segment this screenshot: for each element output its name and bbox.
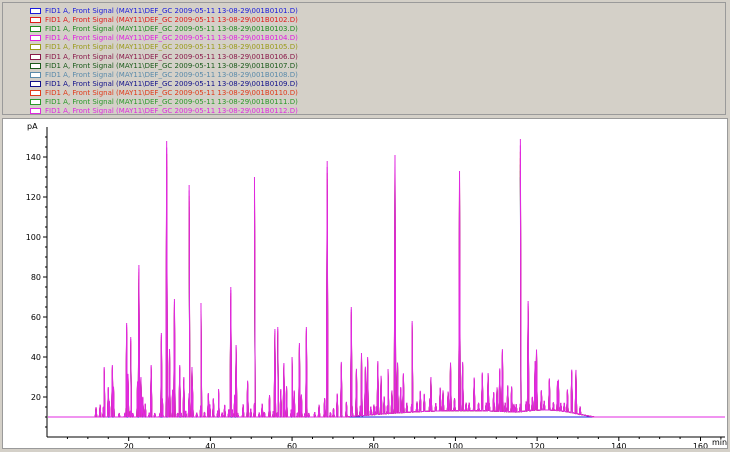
legend-label: FID1 A, Front Signal (MAY11\DEF_GC 2009-… [45, 79, 298, 88]
x-tick-label: 120 [529, 442, 544, 448]
legend-swatch-icon [30, 108, 41, 115]
legend-label: FID1 A, Front Signal (MAY11\DEF_GC 2009-… [45, 70, 298, 79]
y-axis-label: pA [27, 122, 38, 131]
y-tick-label: 120 [26, 193, 41, 202]
legend-swatch-icon [30, 71, 41, 78]
y-tick-label: 60 [31, 313, 41, 322]
x-tick-label: 80 [369, 442, 379, 448]
signal-trace-series [48, 158, 725, 418]
legend-swatch-icon [30, 80, 41, 87]
legend-swatch-icon [30, 17, 41, 24]
x-tick-label: 100 [448, 442, 463, 448]
legend-label: FID1 A, Front Signal (MAY11\DEF_GC 2009-… [45, 52, 298, 61]
signal-trace-series [48, 170, 725, 418]
legend-label: FID1 A, Front Signal (MAY11\DEF_GC 2009-… [45, 61, 298, 70]
legend-swatch-icon [30, 26, 41, 33]
y-tick-label: 100 [26, 233, 41, 242]
legend-swatch-icon [30, 35, 41, 42]
x-tick-label: 40 [205, 442, 215, 448]
legend-label: FID1 A, Front Signal (MAY11\DEF_GC 2009-… [45, 88, 298, 97]
legend-label: FID1 A, Front Signal (MAY11\DEF_GC 2009-… [45, 34, 298, 43]
legend-label: FID1 A, Front Signal (MAY11\DEF_GC 2009-… [45, 107, 298, 116]
x-tick-label: 140 [611, 442, 626, 448]
legend-swatch-icon [30, 53, 41, 60]
legend-swatch-icon [30, 99, 41, 105]
traces-layer [48, 138, 725, 418]
legend-swatch-icon [30, 8, 41, 14]
legend-swatch-icon [30, 89, 41, 96]
y-tick-label: 140 [26, 153, 41, 162]
legend-panel: FID1 A, Front Signal (MAY11\DEF_GC 2009-… [2, 2, 726, 115]
legend-swatch-icon [30, 62, 41, 69]
ticks-layer: 20 40 60 80 100 120 140 20 40 60 80 100 120 140 160 [26, 136, 722, 451]
x-tick-label: 20 [124, 442, 134, 448]
legend-swatch-icon [30, 44, 41, 51]
y-tick-label: 40 [31, 353, 41, 362]
signal-trace-series [48, 151, 725, 418]
signal-trace-series [48, 145, 725, 418]
x-tick-label: 160 [693, 442, 708, 448]
legend-label: FID1 A, Front Signal (MAY11\DEF_GC 2009-… [45, 16, 298, 25]
legend-label: FID1 A, Front Signal (MAY11\DEF_GC 2009-… [45, 98, 298, 106]
signal-trace-series [48, 164, 725, 418]
x-axis-label: min [712, 438, 727, 447]
signal-trace-series [48, 177, 725, 418]
signal-trace-series [48, 138, 725, 418]
legend-entry: FID1 A, Front Signal (MAY11\DEF_GC 2009-… [30, 106, 298, 116]
y-tick-label: 20 [31, 393, 41, 402]
chromatogram-plot[interactable]: pA min 20 40 60 80 100 120 140 20 40 60 80 100 120 14… [2, 118, 728, 451]
chromatogram-svg[interactable]: pA min 20 40 60 80 100 120 140 20 40 60 80 100 120 14… [3, 119, 727, 451]
legend-label: FID1 A, Front Signal (MAY11\DEF_GC 2009-… [45, 7, 298, 15]
y-tick-label: 80 [31, 273, 41, 282]
legend-label: FID1 A, Front Signal (MAY11\DEF_GC 2009-… [45, 25, 298, 34]
legend-label: FID1 A, Front Signal (MAY11\DEF_GC 2009-… [45, 43, 298, 52]
x-tick-label: 60 [287, 442, 297, 448]
